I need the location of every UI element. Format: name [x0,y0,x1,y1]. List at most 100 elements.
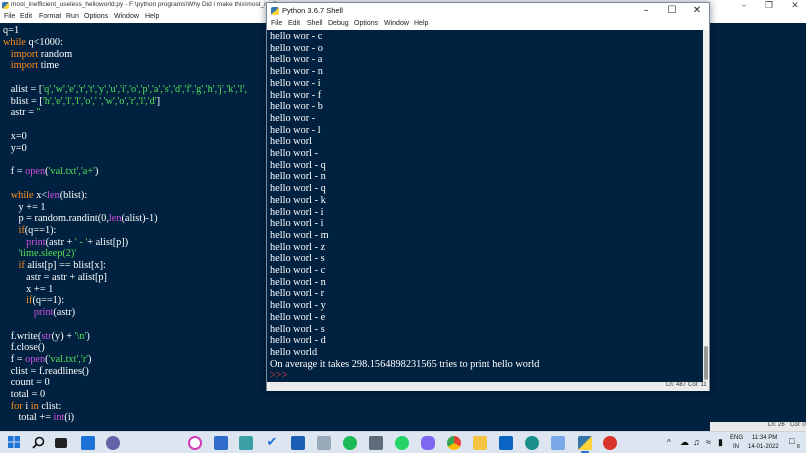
shell-menu-debug[interactable]: Debug [328,20,349,27]
shell-output-line: hello wor - n [270,66,323,78]
maximize-icon[interactable]: ❐ [762,0,776,12]
shell-menu-window[interactable]: Window [384,20,409,27]
paint-icon[interactable] [317,436,331,450]
shell-status-col: Col: 11 [688,382,707,388]
files-icon[interactable] [214,436,228,450]
notepad-icon[interactable] [369,436,383,450]
shell-output-line: hello worl - c [270,265,326,276]
shell-output-line: hello worl - r [270,288,325,300]
maximize-icon[interactable]: ☐ [659,3,685,19]
task-view-icon[interactable] [55,438,67,448]
code-line: if(q==1): [26,295,65,306]
file-explorer-icon[interactable] [473,436,487,450]
python-icon [271,7,279,15]
code-line: x=0 [3,131,27,142]
code-line: print(astr) [33,307,76,318]
code-line: q=1 [3,25,20,36]
shell-output-line: hello wor - i [270,77,321,89]
widgets-icon[interactable] [81,436,95,450]
shell-prompt[interactable]: >>> [270,370,287,382]
shell-output-line: hello worl - i [270,218,324,230]
record-icon[interactable] [603,436,617,450]
shell-output-line: hello worl - m [270,229,329,241]
whatsapp-icon[interactable] [395,436,409,450]
shell-menubar: File Edit Shell Debug Options Window Hel… [267,19,709,30]
shell-output-line: hello worl - s [270,323,325,335]
edge-icon[interactable] [525,436,539,450]
search-icon[interactable] [31,436,45,450]
close-icon[interactable]: ✕ [684,3,710,19]
shell-title: Python 3.6.7 Shell [282,6,343,15]
notification-icon[interactable]: □ [789,436,794,446]
shell-menu-file[interactable]: File [271,20,282,27]
minimize-icon[interactable]: – [633,3,659,19]
shell-output-line: hello worl - z [270,241,326,253]
shell-menu-options[interactable]: Options [354,20,378,27]
shell-menu-edit[interactable]: Edit [288,20,300,27]
language-top[interactable]: ENG [730,435,743,441]
chevron-up-icon[interactable]: ^ [667,438,671,447]
scrollbar-thumb[interactable] [704,346,708,380]
shell-scrollbar[interactable] [703,30,709,382]
network-icon[interactable]: ☁ [680,437,689,448]
teams-chat-icon[interactable] [106,436,120,450]
shell-output-line: hello wor - f [270,89,322,101]
speaker-icon[interactable]: ♫ [693,437,700,447]
photos-icon[interactable] [291,436,305,450]
wifi-icon[interactable]: ≈ [706,437,711,447]
code-line: y=0 [3,143,27,154]
code-line: while q<1000: [3,37,63,48]
code-line: if alist[p] == blist[x]: [18,260,106,271]
shell-output-line: hello world [270,346,318,358]
chrome-icon[interactable] [447,436,461,450]
shell-output-line: hello worl - i [270,206,324,218]
spotify-icon[interactable] [343,436,357,450]
shell-output-line: hello worl - n [270,276,326,288]
todo-icon[interactable]: ✔ [265,436,279,450]
editor-menu-run[interactable]: Run [66,13,79,20]
code-line: f = open('val.txt','a+') [3,166,99,177]
shell-output-line: hello wor - c [270,31,323,42]
editor-title: most_inefficient_useless_helloworld.py -… [11,1,277,8]
editor-menu-edit[interactable]: Edit [20,13,32,20]
shell-output[interactable]: hello wor - c hello wor - o hello wor - ah… [267,30,703,382]
minimize-icon[interactable]: – [737,0,751,12]
shell-output-line: hello worl - q [270,159,326,171]
editor-menu-format[interactable]: Format [39,13,61,20]
paint3d-icon[interactable] [551,436,565,450]
code-line: astr = astr + alist[p] [3,272,107,283]
editor-menu-window[interactable]: Window [114,13,139,20]
shell-menu-shell[interactable]: Shell [307,20,323,27]
code-line: if(q==1): [18,225,57,236]
shell-output-line: hello wor - l [270,124,321,136]
opera-icon[interactable] [188,436,202,450]
shell-status-ln: Ln: 487 [666,382,687,388]
snipping-icon[interactable] [239,436,253,450]
shell-output-line: hello wor - o [270,42,323,54]
editor-status-col: Col: 0 [790,422,806,428]
language-bottom[interactable]: IN [733,444,739,450]
shell-output-line: hello worl - n [270,171,326,183]
editor-status-ln: Ln: 26 [768,422,785,428]
shell-titlebar[interactable]: Python 3.6.7 Shell – ☐ ✕ [267,3,709,19]
editor-menu-options[interactable]: Options [84,13,108,20]
clock-time[interactable]: 11:34 PM [752,435,777,441]
shell-output-line: hello worl - k [270,194,326,206]
battery-icon[interactable]: ▮ [718,437,723,448]
shell-output-line: hello worl - d [270,335,326,347]
code-editor[interactable]: q=1 while q<1000: import random import t… [0,23,270,423]
code-line: f = open('val.txt','r') [3,354,92,365]
editor-menu-file[interactable]: File [4,13,15,20]
idle-python-icon[interactable] [578,436,592,450]
editor-menu-help[interactable]: Help [145,13,159,20]
copilot-icon[interactable] [421,436,435,450]
clock-date[interactable]: 14-01-2022 [748,444,779,450]
shell-output-line: hello worl - y [270,300,326,312]
outlook-icon[interactable] [499,436,513,450]
shell-menu-help[interactable]: Help [414,20,428,27]
close-icon[interactable]: ✕ [788,0,802,12]
shell-output-line: On average it takes 298.1564898231565 tr… [270,358,540,370]
shell-output-line: hello wor - [270,112,316,124]
code-line: astr = '' [3,107,41,118]
windows-start-icon[interactable] [7,436,21,450]
